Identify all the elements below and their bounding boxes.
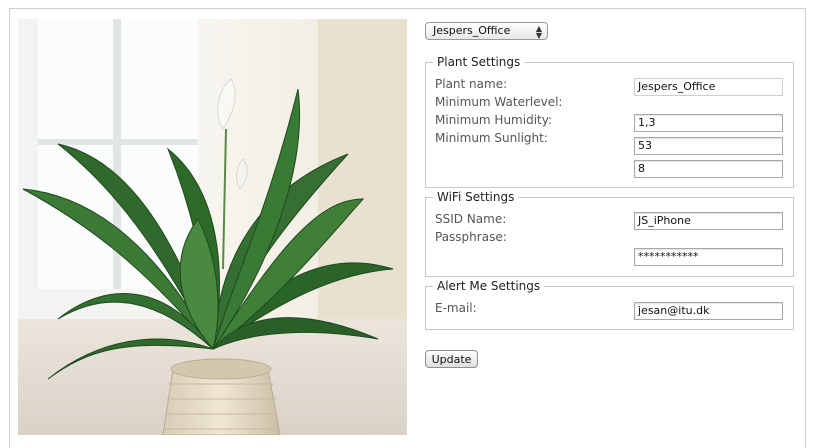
alert-settings-legend: Alert Me Settings <box>437 279 541 293</box>
passphrase-field[interactable]: *********** <box>634 248 783 266</box>
email-label: E-mail: <box>435 301 477 315</box>
plant-photo <box>18 19 407 435</box>
passphrase-label: Passphrase: <box>435 230 507 244</box>
min-sunlight-field[interactable]: 8 <box>634 160 783 178</box>
email-field[interactable]: jesan@itu.dk <box>634 302 783 320</box>
plant-select-value: Jespers_Office <box>433 24 511 37</box>
up-down-arrows-icon: ▲ ▼ <box>535 24 542 40</box>
plant-name-label: Plant name: <box>435 77 508 91</box>
plant-name-field[interactable]: Jespers_Office <box>634 78 783 96</box>
min-waterlevel-field[interactable]: 1,3 <box>634 114 783 132</box>
plant-select[interactable]: Jespers_Office ▲ ▼ <box>425 22 548 40</box>
plant-settings-legend: Plant Settings <box>437 55 521 69</box>
min-humidity-field[interactable]: 53 <box>634 137 783 155</box>
min-waterlevel-label: Minimum Waterlevel: <box>435 95 563 109</box>
ssid-label: SSID Name: <box>435 212 507 226</box>
update-button[interactable]: Update <box>425 350 478 368</box>
ssid-field[interactable]: JS_iPhone <box>634 212 783 230</box>
min-sunlight-label: Minimum Sunlight: <box>435 131 548 145</box>
min-humidity-label: Minimum Humidity: <box>435 113 553 127</box>
wifi-settings-legend: WiFi Settings <box>437 190 515 204</box>
